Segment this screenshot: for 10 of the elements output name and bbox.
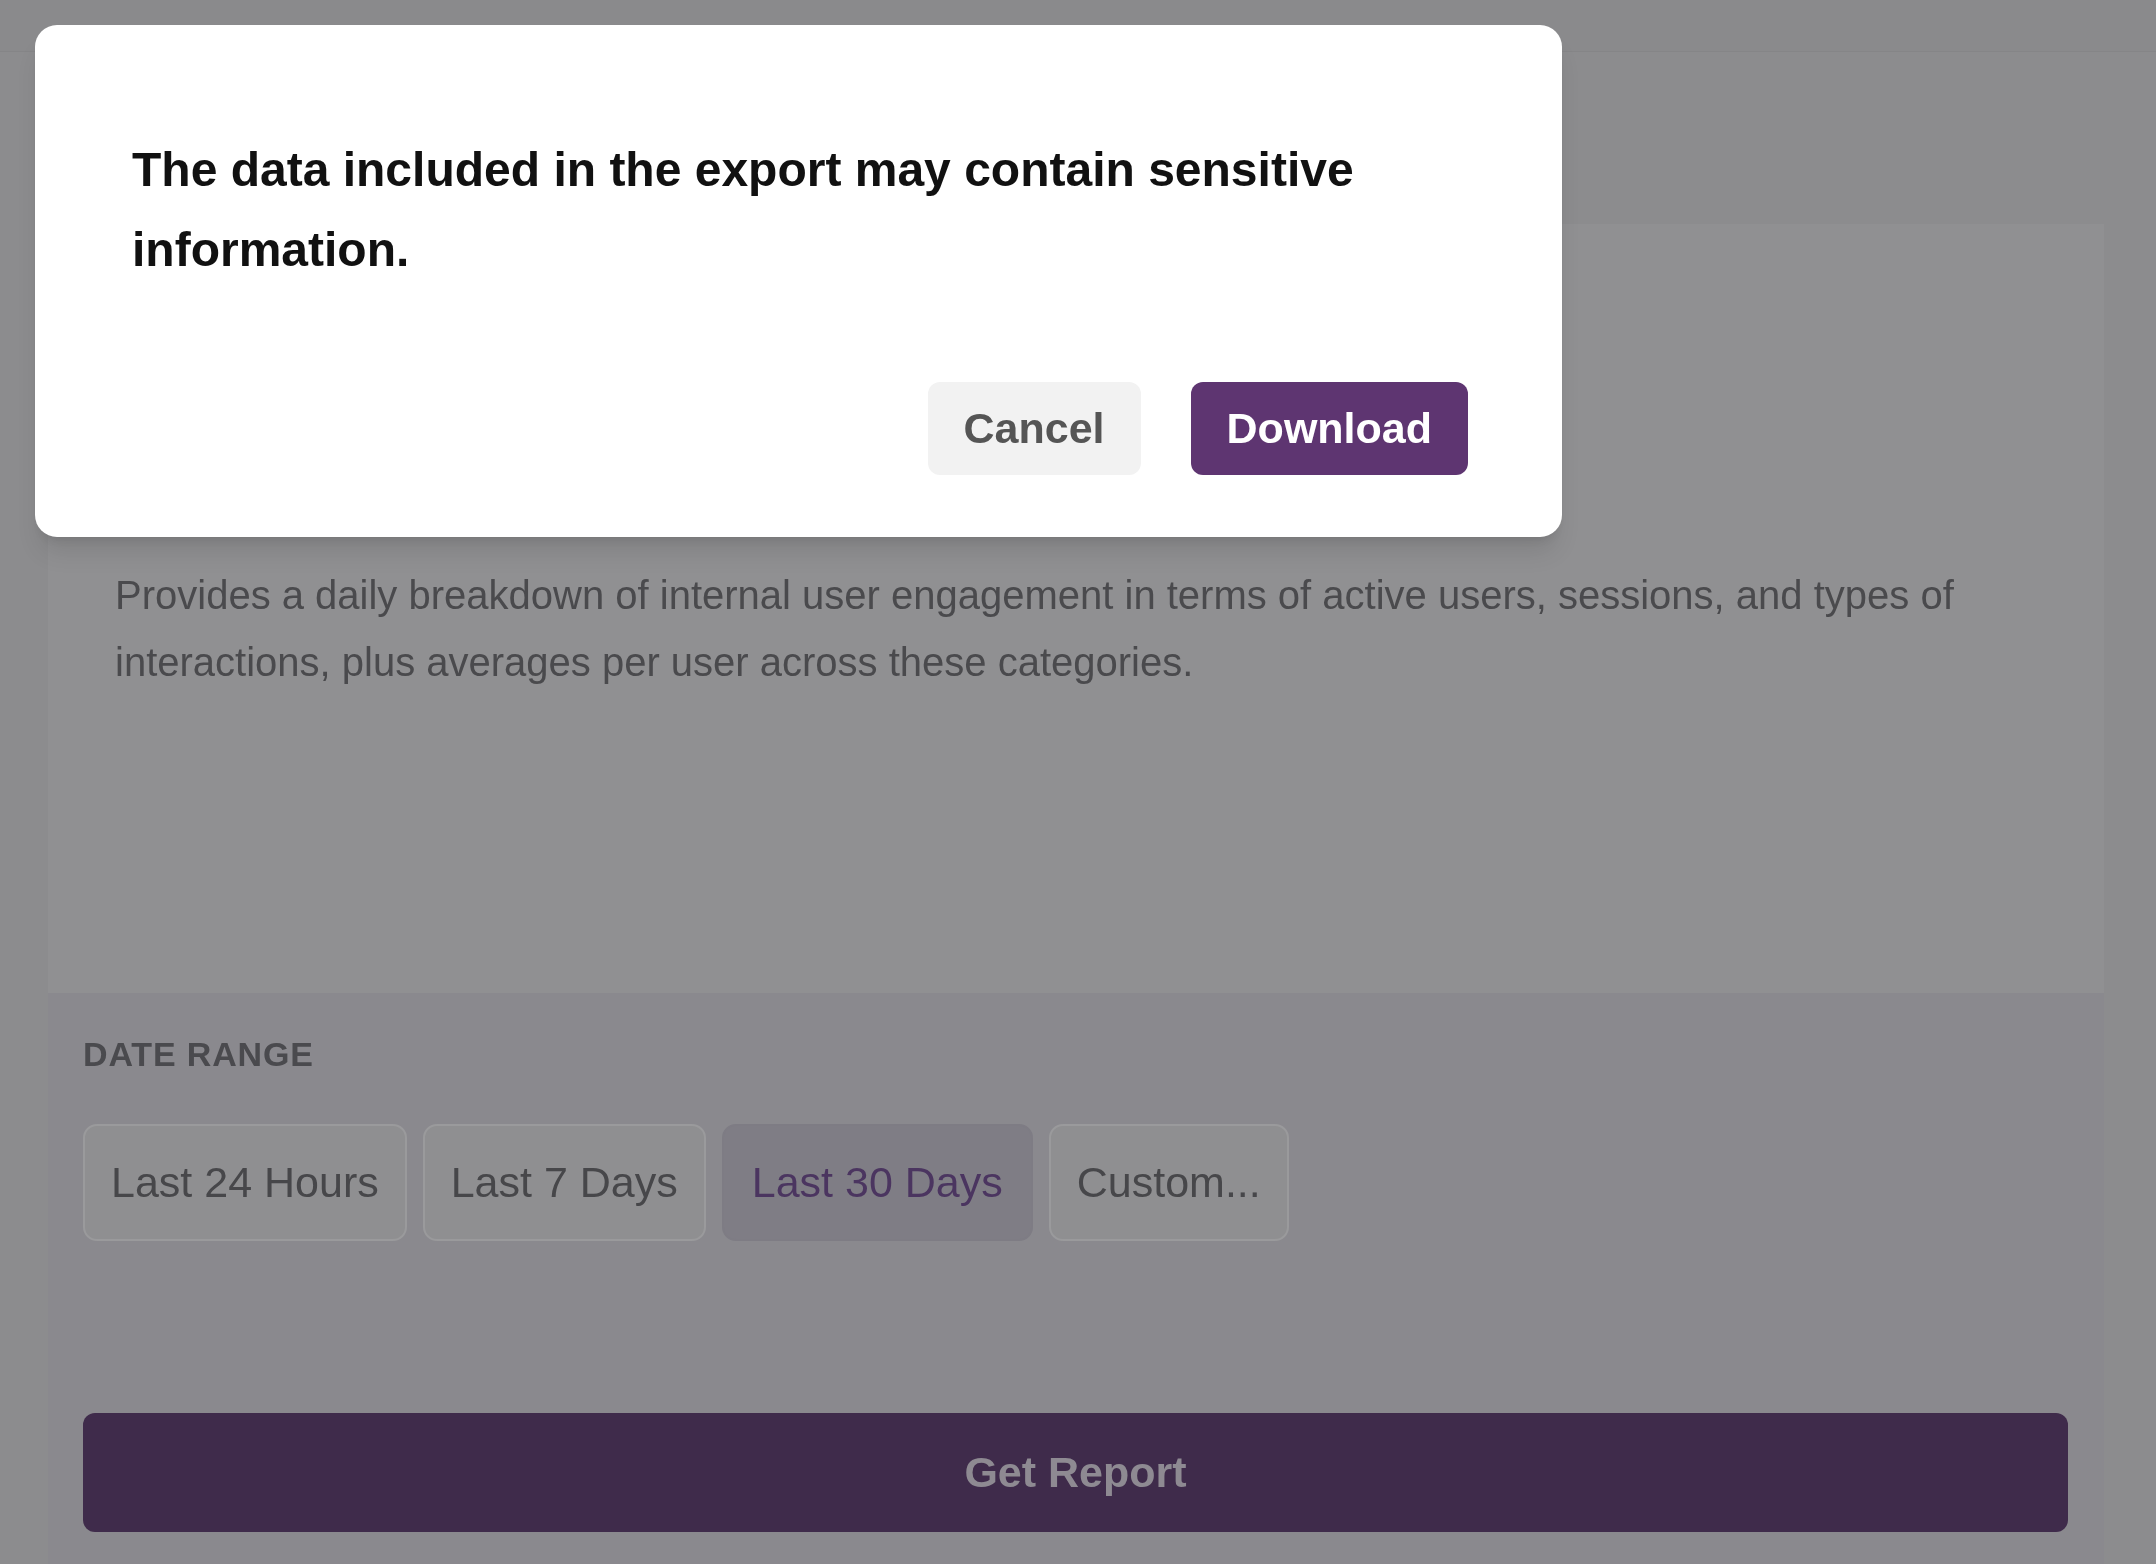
section-label: DATE RANGE	[83, 1034, 315, 1075]
date-range-option[interactable]: Last 30 Days	[721, 1124, 1033, 1241]
report-description: Provides a daily breakdown of internal user engagement in terms of active users, sessions, and types of interactions, plus averages per user across these categories.	[115, 572, 1955, 686]
dialog-message: The data included in the export may contain sensitive information.	[132, 142, 1355, 278]
date-range-option[interactable]: Last 24 Hours	[83, 1124, 407, 1241]
cancel-button[interactable]: Cancel	[927, 382, 1141, 475]
download-button[interactable]: Download	[1190, 382, 1468, 475]
date-range-option[interactable]: Custom...	[1048, 1124, 1289, 1241]
date-range-option[interactable]: Last 7 Days	[422, 1124, 706, 1241]
get-report-button[interactable]: Get Report	[83, 1413, 2068, 1532]
